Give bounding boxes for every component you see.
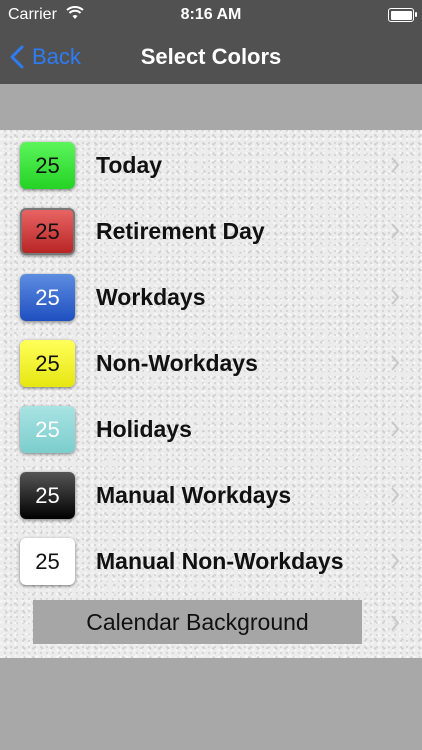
chevron-right-icon xyxy=(391,421,400,437)
list-item-workdays[interactable]: 25 Workdays xyxy=(0,264,422,330)
chevron-right-icon xyxy=(391,355,400,371)
chevron-right-icon xyxy=(391,157,400,173)
chevron-right-icon xyxy=(391,487,400,503)
row-label-manual-non-workdays: Manual Non-Workdays xyxy=(96,548,344,574)
list-item-non-workdays[interactable]: 25 Non-Workdays xyxy=(0,330,422,396)
list-item-manual-workdays[interactable]: 25 Manual Workdays xyxy=(0,462,422,528)
bottom-area xyxy=(0,658,422,750)
color-swatch-non-workdays[interactable]: 25 xyxy=(20,340,75,387)
list-item-manual-non-workdays[interactable]: 25 Manual Non-Workdays xyxy=(0,528,422,594)
row-label-today: Today xyxy=(96,152,163,178)
chevron-right-icon xyxy=(391,223,400,239)
navigation-bar: Back Select Colors xyxy=(0,30,422,84)
color-swatch-workdays[interactable]: 25 xyxy=(20,274,75,321)
page-title: Select Colors xyxy=(140,44,282,69)
status-time: 8:16 AM xyxy=(180,6,242,23)
color-swatch-manual-non-workdays[interactable]: 25 xyxy=(20,538,75,585)
row-label-workdays: Workdays xyxy=(96,284,206,310)
row-label-non-workdays: Non-Workdays xyxy=(96,350,258,376)
row-label-retirement-day: Retirement Day xyxy=(96,218,265,244)
color-swatch-retirement-day[interactable]: 25 xyxy=(20,208,75,255)
color-swatch-today[interactable]: 25 xyxy=(20,142,75,189)
color-swatch-manual-workdays[interactable]: 25 xyxy=(20,472,75,519)
row-label-holidays: Holidays xyxy=(96,416,192,442)
list-item-holidays[interactable]: 25 Holidays xyxy=(0,396,422,462)
calendar-background-button[interactable]: Calendar Background xyxy=(33,600,362,644)
status-bar: Carrier 8:16 AM xyxy=(0,0,422,30)
chevron-right-icon xyxy=(391,615,400,631)
row-label-manual-workdays: Manual Workdays xyxy=(96,482,292,508)
list-item-today[interactable]: 25 Today xyxy=(0,132,422,198)
list-item-retirement-day[interactable]: 25 Retirement Day xyxy=(0,198,422,264)
battery-icon xyxy=(388,8,417,22)
color-swatch-holidays[interactable]: 25 xyxy=(20,406,75,453)
chevron-right-icon xyxy=(391,289,400,305)
chevron-right-icon xyxy=(391,553,400,569)
header-band xyxy=(0,84,422,130)
